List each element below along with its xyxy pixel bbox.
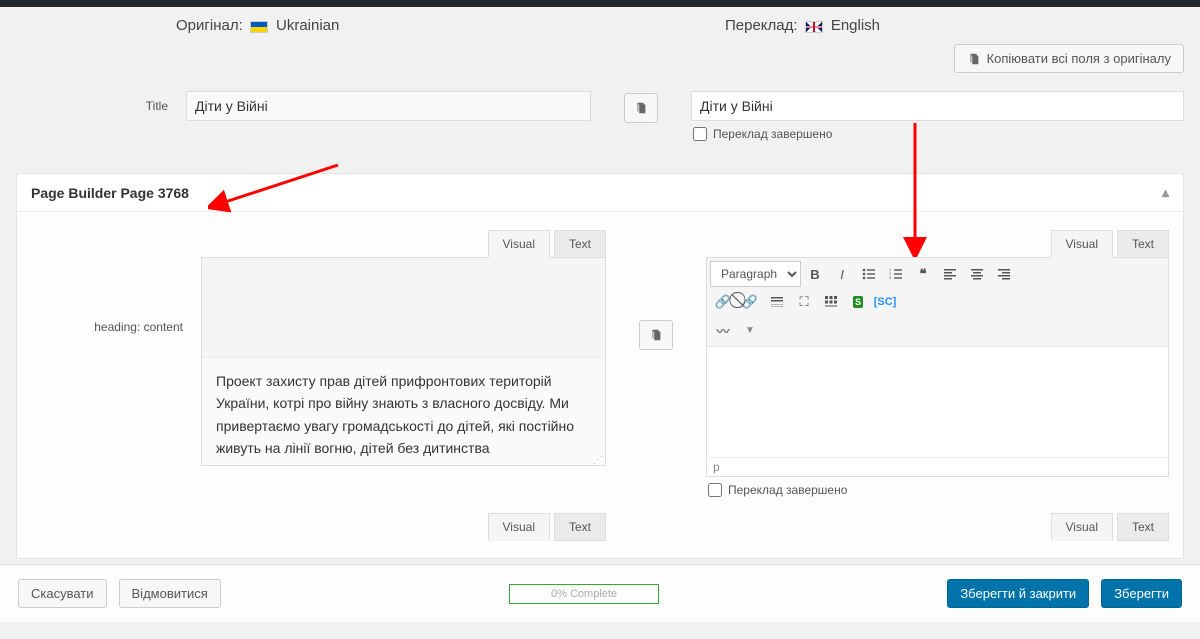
- source-editor: Проект захисту прав дітей прифронтових т…: [201, 257, 606, 466]
- extra-toolbar-button[interactable]: 〰: [710, 317, 736, 343]
- original-lang-name: Ukrainian: [276, 17, 339, 34]
- title-source-input: [186, 91, 591, 121]
- panel-header[interactable]: Page Builder Page 3768 ▴: [17, 174, 1183, 212]
- content-complete-input[interactable]: [708, 483, 722, 497]
- svg-text:3: 3: [889, 275, 892, 280]
- bold-button[interactable]: B: [802, 261, 828, 287]
- dst-tab-text[interactable]: Text: [1117, 230, 1169, 258]
- shortcode-green-button[interactable]: S: [845, 289, 871, 315]
- panel-title: Page Builder Page 3768: [31, 185, 189, 201]
- translation-content-area[interactable]: [707, 347, 1168, 457]
- copy-content-button[interactable]: [639, 320, 673, 350]
- link-button[interactable]: 🔗: [710, 289, 736, 315]
- decline-button[interactable]: Відмовитися: [119, 579, 221, 608]
- source-content-text: Проект захисту прав дітей прифронтових т…: [202, 358, 605, 458]
- italic-button[interactable]: I: [829, 261, 855, 287]
- blockquote-button[interactable]: ❝: [910, 261, 936, 287]
- source-toolbar-placeholder: [202, 258, 605, 358]
- align-left-button[interactable]: [937, 261, 963, 287]
- progress-label: 0% Complete: [551, 588, 617, 600]
- src-tab-visual[interactable]: Visual: [488, 230, 550, 258]
- cancel-button[interactable]: Скасувати: [18, 579, 107, 608]
- format-select[interactable]: Paragraph: [710, 261, 801, 287]
- title-complete-input[interactable]: [693, 127, 707, 141]
- title-complete-checkbox[interactable]: Переклад завершено: [691, 121, 1184, 141]
- copy-title-button[interactable]: [624, 93, 658, 123]
- editor-status-bar: p: [707, 457, 1168, 476]
- content-complete-checkbox[interactable]: Переклад завершено: [706, 477, 1169, 497]
- collapse-icon[interactable]: ▴: [1162, 184, 1169, 201]
- src2-tab-text[interactable]: Text: [554, 513, 606, 541]
- dst2-tab-text[interactable]: Text: [1117, 513, 1169, 541]
- progress-bar: 0% Complete: [509, 584, 659, 604]
- original-label: Оригінал:: [176, 17, 243, 34]
- copy-icon: [634, 101, 648, 115]
- copy-icon: [967, 52, 981, 66]
- copy-all-label: Копіювати всі поля з оригіналу: [987, 51, 1171, 66]
- heading-content-label: heading: content: [31, 230, 201, 334]
- heading-content-row: heading: content Visual Text Проект захи…: [31, 226, 1169, 501]
- status-element-path: p: [713, 460, 720, 474]
- copy-icon: [649, 328, 663, 342]
- language-header: Оригінал: Ukrainian Переклад: English: [16, 7, 1184, 38]
- page-builder-panel: Page Builder Page 3768 ▴ heading: conten…: [16, 173, 1184, 559]
- unlink-button[interactable]: 🔗⃠: [737, 289, 763, 315]
- title-row: Title Переклад завершено: [16, 87, 1184, 145]
- footer-bar: Скасувати Відмовитися 0% Complete Зберег…: [0, 564, 1200, 622]
- translation-editor: Paragraph B I 123 ❝: [706, 257, 1169, 477]
- title-complete-label: Переклад завершено: [713, 127, 832, 141]
- copy-all-fields-button[interactable]: Копіювати всі поля з оригіналу: [954, 44, 1184, 73]
- bullet-list-button[interactable]: [856, 261, 882, 287]
- src-tab-text[interactable]: Text: [554, 230, 606, 258]
- align-right-button[interactable]: [991, 261, 1017, 287]
- fullscreen-button[interactable]: ⛶: [791, 289, 817, 315]
- numbered-list-button[interactable]: 123: [883, 261, 909, 287]
- editor-toolbar: Paragraph B I 123 ❝: [707, 258, 1168, 347]
- translation-lang-name: English: [831, 17, 880, 34]
- src2-tab-visual[interactable]: Visual: [488, 513, 550, 541]
- align-center-button[interactable]: [964, 261, 990, 287]
- extra-dropdown-button[interactable]: ▼: [737, 317, 763, 343]
- content-complete-label: Переклад завершено: [728, 483, 847, 497]
- dst2-tab-visual[interactable]: Visual: [1051, 513, 1113, 541]
- translation-label: Переклад:: [725, 17, 798, 34]
- admin-top-bar: [0, 0, 1200, 7]
- title-translation-input[interactable]: [691, 91, 1184, 121]
- title-label: Title: [16, 91, 186, 113]
- save-and-close-button[interactable]: Зберегти й закрити: [947, 579, 1089, 608]
- shortcode-blue-button[interactable]: [SC]: [872, 289, 898, 315]
- save-button[interactable]: Зберегти: [1101, 579, 1182, 608]
- flag-ukraine-icon: [250, 21, 268, 33]
- insert-more-button[interactable]: [764, 289, 790, 315]
- dst-tab-visual[interactable]: Visual: [1051, 230, 1113, 258]
- resize-handle-icon[interactable]: ⋰: [202, 458, 605, 465]
- flag-english-icon: [805, 21, 823, 33]
- toolbar-toggle-button[interactable]: [818, 289, 844, 315]
